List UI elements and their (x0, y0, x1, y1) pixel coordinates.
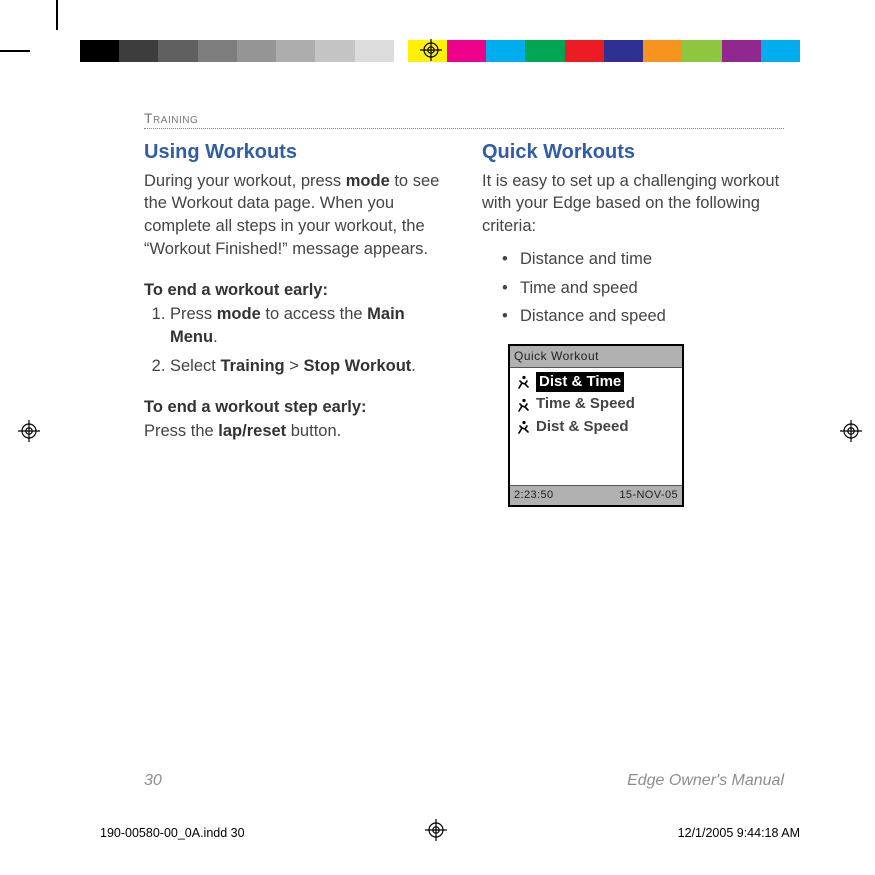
device-title: Quick Workout (510, 346, 682, 368)
doc-title: Edge Owner's Manual (627, 772, 784, 790)
color-swatch (237, 40, 276, 62)
list-item: Distance and time (502, 248, 784, 271)
device-item-label: Time & Speed (536, 394, 635, 415)
right-column: Quick Workouts It is easy to set up a ch… (482, 139, 784, 507)
device-row: Dist & Speed (513, 416, 679, 439)
page-number: 30 (144, 772, 162, 790)
color-swatch (761, 40, 800, 62)
section-label: Training (144, 110, 784, 129)
page-footer: 30 Edge Owner's Manual (144, 771, 784, 790)
crop-v (56, 0, 58, 30)
device-row: Time & Speed (513, 393, 679, 416)
color-swatch (394, 40, 408, 62)
heading-using-workouts: Using Workouts (144, 139, 446, 167)
left-para: During your workout, press mode to see t… (144, 170, 446, 261)
sub2-line: Press the lap/reset button. (144, 420, 446, 443)
color-swatch (158, 40, 197, 62)
register-mark-icon (420, 39, 442, 61)
device-time: 2:23:50 (514, 488, 554, 503)
steps-list: Press mode to access the Main Menu. Sele… (144, 303, 446, 377)
device-screenshot: Quick Workout Dist & Time Time & Speed D… (508, 344, 684, 507)
runner-icon (515, 398, 531, 412)
imposition-line: 190-00580-00_0A.indd 30 12/1/2005 9:44:1… (100, 826, 800, 840)
color-swatch (447, 40, 486, 62)
impo-timestamp: 12/1/2005 9:44:18 AM (678, 826, 800, 840)
crop-h (0, 50, 30, 52)
register-mark-icon (840, 420, 862, 442)
criteria-list: Distance and time Time and speed Distanc… (482, 248, 784, 328)
color-swatch (643, 40, 682, 62)
list-item: Distance and speed (502, 305, 784, 328)
subhead-end-step-early: To end a workout step early: (144, 396, 446, 419)
mode-keyword: mode (346, 172, 390, 190)
color-swatch (119, 40, 158, 62)
color-swatch (722, 40, 761, 62)
step-2: Select Training > Stop Workout. (170, 355, 446, 378)
device-row-selected: Dist & Time (513, 371, 679, 394)
step-1: Press mode to access the Main Menu. (170, 303, 446, 349)
color-swatch (198, 40, 237, 62)
heading-quick-workouts: Quick Workouts (482, 139, 784, 167)
impo-file: 190-00580-00_0A.indd 30 (100, 826, 245, 840)
color-swatch (525, 40, 564, 62)
runner-icon (515, 420, 531, 434)
color-swatch (355, 40, 394, 62)
color-swatch (315, 40, 354, 62)
color-swatch (565, 40, 604, 62)
color-swatch (682, 40, 721, 62)
right-para: It is easy to set up a challenging worko… (482, 170, 784, 238)
color-swatch (276, 40, 315, 62)
runner-icon (515, 375, 531, 389)
device-item-label: Dist & Speed (536, 417, 629, 438)
crop-marks (0, 0, 75, 75)
register-mark-icon (18, 420, 40, 442)
device-date: 15-NOV-05 (619, 488, 678, 503)
device-item-label: Dist & Time (536, 372, 624, 393)
device-status-bar: 2:23:50 15-NOV-05 (510, 485, 682, 505)
list-item: Time and speed (502, 277, 784, 300)
color-swatch (486, 40, 525, 62)
left-column: Using Workouts During your workout, pres… (144, 139, 446, 507)
color-swatch (80, 40, 119, 62)
page-body: Training Using Workouts During your work… (144, 110, 784, 790)
color-swatch (604, 40, 643, 62)
subhead-end-early: To end a workout early: (144, 279, 446, 302)
device-body: Dist & Time Time & Speed Dist & Speed (510, 368, 682, 485)
